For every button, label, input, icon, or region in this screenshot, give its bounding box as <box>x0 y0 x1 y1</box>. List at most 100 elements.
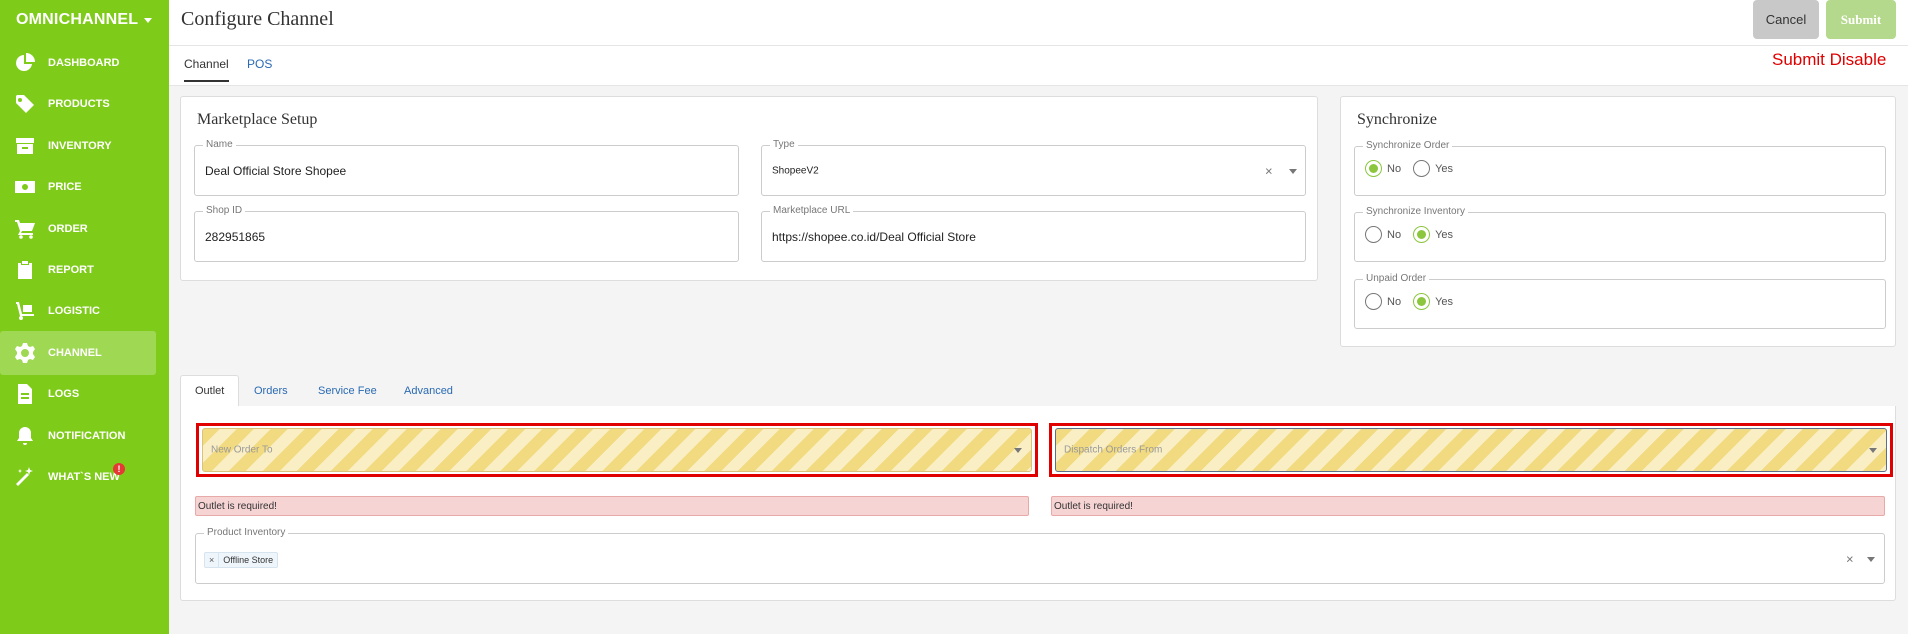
sidebar-item-label: LOGS <box>48 388 80 400</box>
error-message: Outlet is required! <box>195 496 1029 516</box>
radio-label: No <box>1387 295 1402 308</box>
radio-label: No <box>1387 162 1402 175</box>
field-label: Type <box>770 139 798 150</box>
sidebar-item-price[interactable]: PRICE <box>0 165 156 209</box>
sync-order-yes-radio[interactable] <box>1413 160 1431 177</box>
placeholder: New Order To <box>211 444 273 456</box>
sync-order-no-radio[interactable] <box>1365 160 1382 177</box>
cancel-button[interactable]: Cancel <box>1753 0 1819 39</box>
tab-channel[interactable]: Channel <box>184 57 229 82</box>
outlet-tabs: Outlet Orders Service Fee Advanced <box>180 375 1896 407</box>
unpaid-order-yes-radio[interactable] <box>1413 293 1431 310</box>
radio-label: Yes <box>1435 228 1454 241</box>
field-label: Unpaid Order <box>1363 273 1430 284</box>
unpaid-order-no-radio[interactable] <box>1365 293 1382 310</box>
sidebar-item-logs[interactable]: LOGS <box>0 372 156 416</box>
type-select[interactable]: Type ShopeeV2 × <box>761 139 1306 196</box>
synchronize-card: Synchronize Synchronize Order No Yes Syn… <box>1340 96 1896 347</box>
chevron-down-icon[interactable] <box>1014 448 1022 453</box>
placeholder: Dispatch Orders From <box>1064 444 1163 456</box>
main-tabs: Channel POS <box>169 46 1908 86</box>
chevron-down-icon[interactable] <box>1289 168 1297 174</box>
brand-menu[interactable]: OMNICHANNEL <box>0 0 169 40</box>
field-value: 282951865 <box>205 229 266 244</box>
unpaid-order-group: Unpaid Order No Yes <box>1354 273 1886 329</box>
sidebar-item-label: LOGISTIC <box>48 305 100 317</box>
sync-order-group: Synchronize Order No Yes <box>1354 140 1886 196</box>
product-inventory-select[interactable]: Product Inventory × Offline Store × <box>195 527 1885 584</box>
sidebar-item-label: PRODUCTS <box>48 98 110 110</box>
sidebar-item-order[interactable]: ORDER <box>0 207 156 251</box>
chip-remove-icon[interactable]: × <box>205 553 220 567</box>
brand-label: OMNICHANNEL <box>16 11 139 28</box>
sync-inventory-group: Synchronize Inventory No Yes <box>1354 206 1886 262</box>
sidebar-item-inventory[interactable]: INVENTORY <box>0 124 156 168</box>
sync-inventory-yes-radio[interactable] <box>1413 226 1431 243</box>
card-title: Synchronize <box>1357 111 1437 128</box>
sidebar-item-label: CHANNEL <box>48 347 102 359</box>
field-label: Synchronize Order <box>1363 140 1453 151</box>
tag-icon <box>14 93 36 115</box>
sidebar-item-logistic[interactable]: LOGISTIC <box>0 289 156 333</box>
pie-chart-icon <box>14 52 36 74</box>
sidebar-item-label: WHAT`S NEW <box>48 471 120 483</box>
radio-label: No <box>1387 228 1402 241</box>
error-message: Outlet is required! <box>1051 496 1885 516</box>
cart-icon <box>14 218 36 240</box>
field-value: Deal Official Store Shopee <box>205 163 347 178</box>
tab-orders[interactable]: Orders <box>240 375 302 407</box>
notification-badge: ! <box>113 463 125 475</box>
field-value: https://shopee.co.id/Deal Official Store <box>772 229 976 244</box>
clipboard-icon <box>14 259 36 281</box>
chevron-down-icon[interactable] <box>1867 556 1875 562</box>
field-label: Shop ID <box>203 205 246 216</box>
sidebar-item-label: NOTIFICATION <box>48 430 126 442</box>
outlet-panel: New Order To Dispatch Orders From Outlet… <box>180 406 1896 601</box>
sidebar-item-channel[interactable]: CHANNEL <box>0 331 156 375</box>
bell-icon <box>14 425 36 447</box>
sidebar-item-dashboard[interactable]: DASHBOARD <box>0 41 156 85</box>
sidebar-item-label: ORDER <box>48 223 88 235</box>
annotation-label: Submit Disable <box>1772 50 1887 69</box>
shop-id-field[interactable]: Shop ID 282951865 <box>194 205 739 262</box>
submit-button[interactable]: Submit <box>1826 0 1896 39</box>
sidebar-item-label: DASHBOARD <box>48 57 120 69</box>
card-title: Marketplace Setup <box>197 111 318 128</box>
name-field[interactable]: Name Deal Official Store Shopee <box>194 139 739 196</box>
marketplace-url-field[interactable]: Marketplace URL https://shopee.co.id/Dea… <box>761 205 1306 262</box>
page-header: Configure Channel Cancel Submit <box>169 0 1908 46</box>
selected-chip: × Offline Store <box>204 552 279 568</box>
clear-icon[interactable]: × <box>1846 551 1854 566</box>
sidebar-item-whats-new[interactable]: WHAT`S NEW ! <box>0 455 156 499</box>
magic-wand-icon <box>14 466 36 488</box>
dispatch-orders-from-select[interactable]: Dispatch Orders From <box>1055 428 1887 472</box>
chevron-down-icon <box>144 17 153 23</box>
sidebar-item-label: INVENTORY <box>48 140 112 152</box>
clear-icon[interactable]: × <box>1265 163 1273 178</box>
radio-label: Yes <box>1435 162 1454 175</box>
file-icon <box>14 383 36 405</box>
sync-inventory-no-radio[interactable] <box>1365 226 1382 243</box>
money-icon <box>14 176 36 198</box>
field-label: Name <box>203 139 236 150</box>
field-label: Product Inventory <box>204 527 289 538</box>
sidebar-item-products[interactable]: PRODUCTS <box>0 82 156 126</box>
dolly-icon <box>14 300 36 322</box>
sidebar-item-notification[interactable]: NOTIFICATION <box>0 414 156 458</box>
tab-outlet[interactable]: Outlet <box>180 375 240 407</box>
marketplace-setup-card: Marketplace Setup Name Deal Official Sto… <box>180 96 1318 281</box>
archive-icon <box>14 135 36 157</box>
new-order-to-select[interactable]: New Order To <box>202 428 1032 472</box>
sidebar-item-label: REPORT <box>48 264 94 276</box>
tab-service-fee[interactable]: Service Fee <box>304 375 391 407</box>
chevron-down-icon[interactable] <box>1869 448 1877 453</box>
sidebar: OMNICHANNEL DASHBOARD PRODUCTS INVENTORY… <box>0 0 169 634</box>
tab-advanced[interactable]: Advanced <box>390 375 467 407</box>
field-label: Synchronize Inventory <box>1363 206 1468 217</box>
radio-label: Yes <box>1435 295 1454 308</box>
gear-icon <box>14 342 36 364</box>
page-title: Configure Channel <box>181 8 334 30</box>
sidebar-item-report[interactable]: REPORT <box>0 248 156 292</box>
sidebar-item-label: PRICE <box>48 181 82 193</box>
tab-pos[interactable]: POS <box>247 57 272 71</box>
